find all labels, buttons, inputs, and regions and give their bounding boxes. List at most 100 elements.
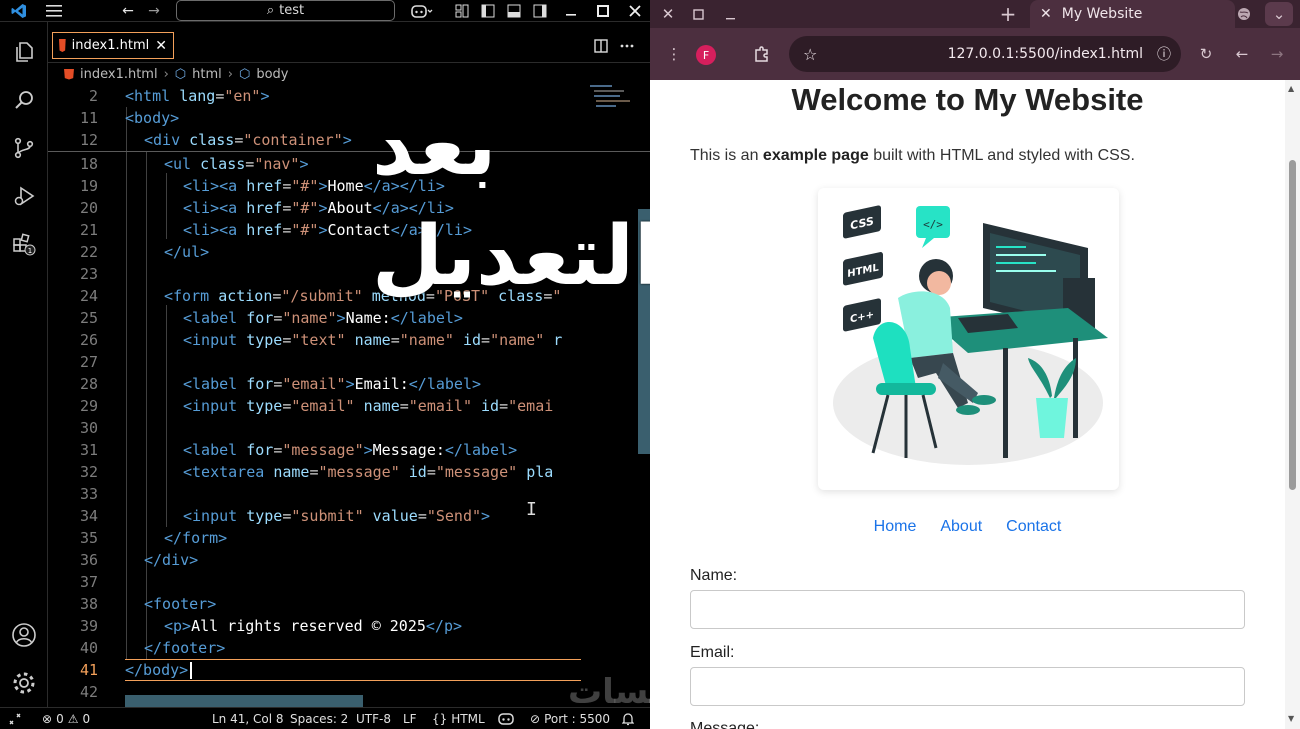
code-editor[interactable]: 2 <html lang="en"> 11 <body> 12 <div cla…: [48, 85, 650, 707]
vertical-scrollbar[interactable]: [638, 209, 650, 454]
search-icon: ⌕: [266, 3, 275, 18]
restore-icon[interactable]: [688, 0, 708, 28]
copilot-icon[interactable]: [406, 0, 438, 22]
code-line: 32 <textarea name="message" id="message"…: [48, 461, 650, 483]
layout-customize-icon[interactable]: [452, 0, 472, 22]
minimize-icon[interactable]: [720, 0, 740, 28]
breadcrumb-file[interactable]: index1.html: [80, 67, 158, 82]
line-number: 38: [79, 595, 98, 613]
web-page: Welcome to My Website This is an example…: [650, 80, 1285, 729]
scroll-down-icon[interactable]: ▼: [1288, 714, 1294, 723]
email-input[interactable]: [690, 667, 1245, 706]
notifications-bell-icon[interactable]: [622, 708, 634, 729]
maximize-icon[interactable]: [592, 0, 614, 22]
line-number: 35: [79, 529, 98, 547]
star-bookmark-icon[interactable]: ☆: [803, 45, 817, 64]
email-label: Email:: [690, 644, 735, 661]
code-line: 38 <footer>: [48, 593, 650, 615]
extensions-puzzle-icon[interactable]: [750, 40, 774, 68]
account-icon[interactable]: [0, 611, 48, 659]
problems-indicator[interactable]: ⊗ 0 ⚠ 0: [42, 708, 90, 729]
code-line: 23: [48, 263, 650, 285]
avatar[interactable]: F: [696, 45, 716, 65]
line-number: 40: [79, 639, 98, 657]
nav-link-home[interactable]: Home: [874, 518, 917, 536]
code-text: <body>: [125, 109, 180, 127]
tab-index1-html[interactable]: index1.html ✕: [52, 32, 174, 59]
code-text: <p>All rights reserved © 2025</p>: [164, 617, 463, 635]
text-cursor: [190, 662, 192, 679]
split-editor-icon[interactable]: [590, 35, 612, 57]
code-line: 36 </div>: [48, 549, 650, 571]
remote-icon[interactable]: [8, 708, 22, 729]
more-actions-icon[interactable]: [616, 35, 638, 57]
live-server-port[interactable]: ⊘ Port : 5500: [530, 708, 610, 729]
element-icon: ⬡: [238, 66, 251, 82]
html-file-icon: [64, 68, 74, 80]
reload-icon[interactable]: ↻: [1194, 40, 1218, 68]
back-arrow-icon[interactable]: ←: [1230, 40, 1254, 68]
toggle-panel-icon[interactable]: [504, 0, 524, 22]
breadcrumb: index1.html › ⬡ html › ⬡ body: [48, 63, 650, 85]
source-control-icon[interactable]: [0, 124, 48, 172]
svg-text:1: 1: [28, 247, 32, 255]
line-number: 42: [79, 683, 98, 701]
indentation[interactable]: Spaces: 2: [290, 708, 348, 729]
scrollbar-thumb[interactable]: [1289, 160, 1296, 490]
search-icon[interactable]: [0, 76, 48, 124]
code-line: 31 <label for="message">Message:</label>: [48, 439, 650, 461]
explorer-icon[interactable]: [0, 28, 48, 76]
breadcrumb-html[interactable]: html: [192, 67, 222, 82]
code-line: 34 <input type="submit" value="Send">: [48, 505, 650, 527]
svg-text:</>: </>: [923, 218, 943, 231]
close-icon[interactable]: ✕: [155, 38, 167, 54]
browser-tab-my-website[interactable]: ✕ My Website: [1030, 0, 1235, 28]
address-bar[interactable]: ☆ 127.0.0.1:5500/index1.html ⓘ: [789, 36, 1181, 72]
code-line-current: 41 </body>: [48, 659, 650, 681]
new-tab-icon[interactable]: +: [996, 0, 1020, 28]
more-actions-icon[interactable]: ⋮: [664, 40, 684, 68]
scroll-up-icon[interactable]: ▲: [1288, 84, 1294, 93]
page-scrollbar[interactable]: ▲ ▼: [1285, 80, 1300, 729]
toggle-primary-sidebar-icon[interactable]: [478, 0, 498, 22]
ibeam-cursor-icon: I: [526, 499, 537, 520]
cursor-position[interactable]: Ln 41, Col 8: [212, 708, 284, 729]
line-number: 39: [79, 617, 98, 635]
toggle-secondary-sidebar-icon[interactable]: [530, 0, 550, 22]
code-text: <div class="container">: [144, 131, 352, 149]
vscode-window: ← → ⌕ test 1 index1.html ✕ index1.html ›…: [0, 0, 650, 729]
menu-icon[interactable]: [42, 0, 66, 22]
line-number: 30: [79, 419, 98, 437]
language-mode[interactable]: {} HTML: [432, 708, 485, 729]
code-line: 12 <div class="container">: [48, 129, 650, 151]
close-window-icon[interactable]: [624, 0, 646, 22]
minimap[interactable]: [588, 85, 638, 685]
forward-arrow-icon[interactable]: →: [143, 0, 165, 22]
nav-link-contact[interactable]: Contact: [1006, 518, 1061, 536]
code-line: 24 <form action="/submit" method="POST" …: [48, 285, 650, 307]
close-icon[interactable]: ✕: [1040, 6, 1052, 22]
tab-label: index1.html: [71, 38, 150, 53]
line-number: 25: [79, 309, 98, 327]
extensions-icon[interactable]: 1: [0, 220, 48, 268]
site-info-icon[interactable]: ⓘ: [1157, 44, 1171, 64]
page-title: Welcome to My Website: [791, 82, 1144, 117]
end-of-line[interactable]: LF: [403, 708, 417, 729]
run-debug-icon[interactable]: [0, 172, 48, 220]
nav-link-about[interactable]: About: [940, 518, 982, 536]
horizontal-scrollbar[interactable]: [125, 695, 363, 707]
minimize-icon[interactable]: [560, 0, 582, 22]
gear-icon[interactable]: [0, 659, 48, 707]
encoding[interactable]: UTF-8: [356, 708, 391, 729]
close-icon[interactable]: ✕: [658, 0, 678, 28]
code-line: 11 <body>: [48, 107, 650, 129]
command-center-search[interactable]: ⌕ test: [176, 0, 395, 21]
back-arrow-icon[interactable]: ←: [117, 0, 139, 22]
name-input[interactable]: [690, 590, 1245, 629]
copilot-status-icon[interactable]: [498, 708, 514, 729]
breadcrumb-body[interactable]: body: [256, 67, 288, 82]
html-file-icon: [59, 39, 66, 52]
forward-arrow-icon[interactable]: →: [1265, 40, 1289, 68]
code-text: <li><a href="#">Home</a></li>: [183, 177, 445, 195]
chevron-down-icon[interactable]: ⌄: [1265, 2, 1293, 26]
